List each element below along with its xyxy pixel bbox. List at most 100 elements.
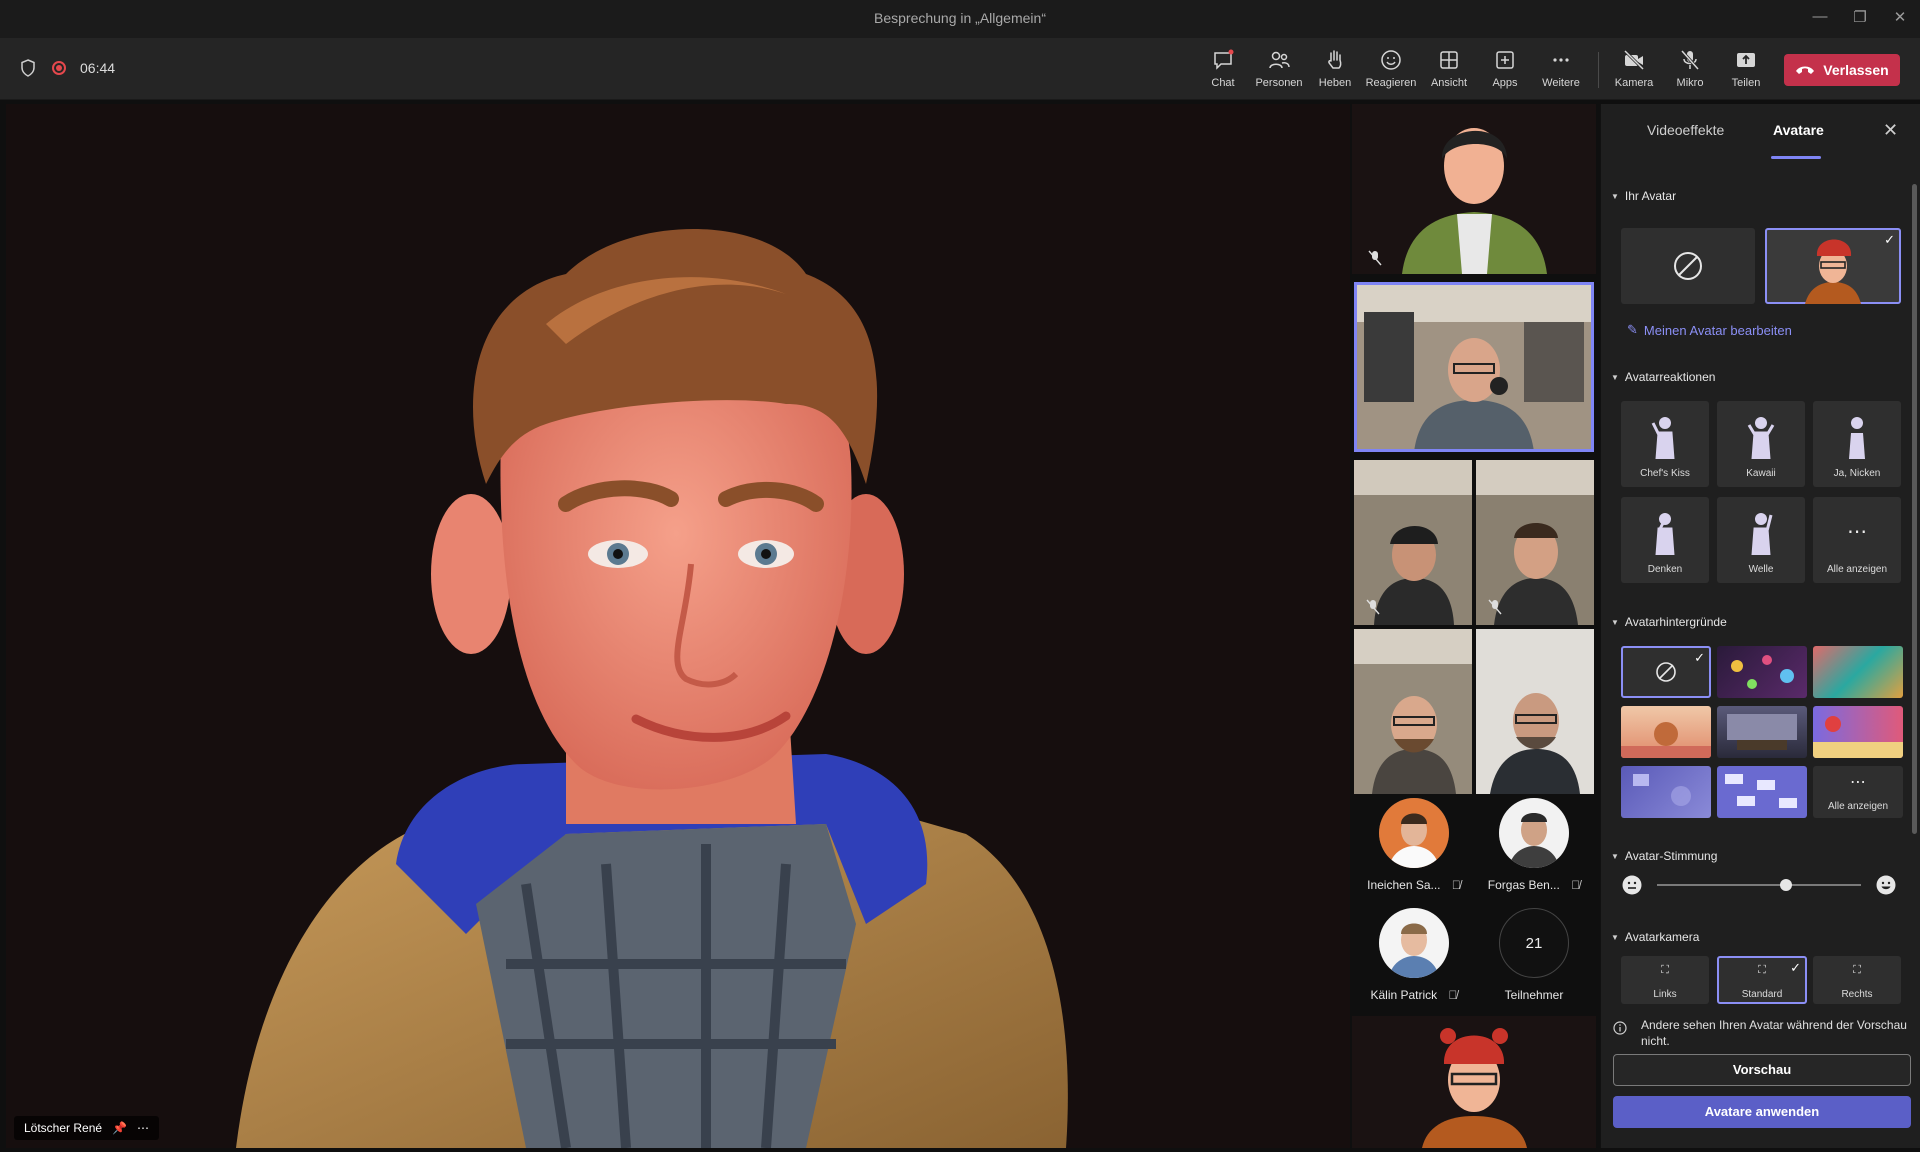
reaction-figure-icon <box>1849 417 1865 459</box>
chat-button[interactable]: Chat <box>1195 46 1251 96</box>
more-icon <box>1553 58 1569 62</box>
background-option[interactable] <box>1717 706 1807 758</box>
participant-name-row: Forgas Ben... 🎙̸ <box>1474 878 1594 892</box>
section-title: Avatarkamera <box>1624 930 1700 944</box>
participant-avatar-cell[interactable]: Forgas Ben... 🎙̸ <box>1474 798 1594 906</box>
hand-icon <box>1328 50 1342 69</box>
participants-label: Teilnehmer <box>1504 988 1564 1002</box>
reaction-wave[interactable]: Welle <box>1717 497 1805 583</box>
reaction-figure-icon <box>1747 417 1775 459</box>
preview-button[interactable]: Vorschau <box>1613 1054 1911 1086</box>
background-none-option[interactable]: ✓ <box>1621 646 1711 698</box>
more-participants-button[interactable]: 21 Teilnehmer <box>1474 908 1594 1016</box>
participant-name: Ineichen Sa... <box>1367 878 1441 892</box>
more-button[interactable]: Weitere <box>1533 46 1589 96</box>
participant-video-image <box>1354 282 1594 452</box>
participant-gallery: Ineichen Sa... 🎙̸ Forgas Ben... 🎙̸ Kälin… <box>1352 104 1596 1148</box>
participant-tile[interactable] <box>1476 629 1594 794</box>
apps-button[interactable]: Apps <box>1477 46 1533 96</box>
share-button[interactable]: Teilen <box>1718 46 1774 96</box>
section-avatar-camera[interactable]: ▼ Avatarkamera <box>1611 930 1699 944</box>
title-bar: Besprechung in „Allgemein“ — ❐ ✕ <box>0 0 1920 38</box>
toolbar-divider <box>1598 52 1599 88</box>
caret-down-icon: ▼ <box>1611 932 1619 942</box>
react-button[interactable]: Reagieren <box>1363 46 1419 96</box>
panel-scrollbar[interactable] <box>1912 184 1917 834</box>
view-button[interactable]: Ansicht <box>1421 46 1477 96</box>
people-button[interactable]: Personen <box>1251 46 1307 96</box>
tab-video-effects[interactable]: Videoeffekte <box>1647 122 1724 138</box>
reactions-show-all-button[interactable]: ⋯ Alle anzeigen <box>1813 497 1901 583</box>
participant-avatar-image <box>1402 128 1547 274</box>
info-icon <box>1613 1021 1627 1035</box>
none-icon <box>1674 252 1702 280</box>
edit-avatar-link[interactable]: ✎ Meinen Avatar bearbeiten <box>1627 322 1792 338</box>
my-avatar-option[interactable]: ✓ <box>1765 228 1901 304</box>
background-thumbnail <box>1633 774 1691 806</box>
mic-off-icon: 🎙̸ <box>1448 988 1458 1002</box>
close-panel-icon[interactable]: ✕ <box>1883 120 1898 141</box>
participant-name-row: Ineichen Sa... 🎙̸ <box>1354 878 1474 892</box>
speaker-more-icon[interactable]: ⋯ <box>137 1121 149 1135</box>
background-option[interactable] <box>1717 646 1807 698</box>
more-label: Weitere <box>1542 77 1580 89</box>
section-avatar-reactions[interactable]: ▼ Avatarreaktionen <box>1611 370 1715 384</box>
background-thumbnail <box>1727 714 1797 750</box>
reaction-label: Denken <box>1647 564 1683 575</box>
mic-button[interactable]: Mikro <box>1662 46 1718 96</box>
section-your-avatar[interactable]: ▼ Ihr Avatar <box>1611 189 1676 203</box>
background-thumbnail <box>1813 716 1903 758</box>
mood-slider[interactable] <box>1657 879 1861 891</box>
no-avatar-option[interactable] <box>1621 228 1755 304</box>
reaction-nod[interactable]: Ja, Nicken <box>1813 401 1901 487</box>
apply-avatar-button[interactable]: Avatare anwenden <box>1613 1096 1911 1128</box>
checkmark-icon: ✓ <box>1790 960 1801 975</box>
mic-off-icon <box>1488 599 1502 615</box>
background-option[interactable] <box>1621 706 1711 758</box>
camera-right-option[interactable]: ⛶ Rechts <box>1813 956 1901 1004</box>
camera-label: Kamera <box>1614 77 1654 89</box>
reaction-chefs-kiss[interactable]: Chef's Kiss <box>1621 401 1709 487</box>
reaction-think[interactable]: Denken <box>1621 497 1709 583</box>
participant-avatar-cell[interactable]: Ineichen Sa... 🎙̸ <box>1354 798 1474 906</box>
main-video-stage[interactable]: Lötscher René 📌 ⋯ <box>6 104 1350 1148</box>
leave-label: Verlassen <box>1823 62 1889 78</box>
section-avatar-mood[interactable]: ▼ Avatar-Stimmung <box>1611 849 1717 863</box>
participant-video-image <box>1354 629 1472 794</box>
self-preview-tile[interactable] <box>1352 1016 1596 1148</box>
avatar-side-panel: Videoeffekte Avatare ✕ ▼ Ihr Avatar ✓ ✎ Me… <box>1600 104 1920 1148</box>
raise-hand-button[interactable]: Heben <box>1307 46 1363 96</box>
mic-off-icon <box>1366 599 1380 615</box>
recording-icon <box>52 61 66 75</box>
camera-left-option[interactable]: ⛶ Links <box>1621 956 1709 1004</box>
reaction-figure-icon <box>1655 513 1675 555</box>
participant-tile-active[interactable] <box>1354 282 1594 452</box>
people-icon <box>1269 51 1290 69</box>
edit-avatar-label: Meinen Avatar bearbeiten <box>1643 322 1792 338</box>
close-window-icon[interactable]: ✕ <box>1888 8 1912 30</box>
section-avatar-backgrounds[interactable]: ▼ Avatarhintergründe <box>1611 615 1727 629</box>
pin-icon[interactable]: 📌 <box>112 1121 127 1135</box>
background-option[interactable] <box>1813 706 1903 758</box>
participant-tile[interactable] <box>1352 104 1596 274</box>
mic-off-icon: 🎙̸ <box>1571 878 1581 892</box>
caret-down-icon: ▼ <box>1611 617 1619 627</box>
caret-down-icon: ▼ <box>1611 191 1619 201</box>
leave-button[interactable]: Verlassen <box>1784 54 1900 86</box>
participant-tile[interactable] <box>1354 460 1472 625</box>
restore-icon[interactable]: ❐ <box>1848 8 1872 30</box>
minimize-icon[interactable]: — <box>1808 8 1832 30</box>
background-thumbnail <box>1725 774 1797 808</box>
backgrounds-show-all-button[interactable]: ⋯ Alle anzeigen <box>1813 766 1903 818</box>
mood-slider-thumb[interactable] <box>1779 879 1792 891</box>
reaction-kawaii[interactable]: Kawaii <box>1717 401 1805 487</box>
background-option[interactable] <box>1621 766 1711 818</box>
participant-tile[interactable] <box>1476 460 1594 625</box>
participant-avatar-cell[interactable]: Kälin Patrick 🎙̸ <box>1354 908 1474 1016</box>
camera-button[interactable]: Kamera <box>1606 46 1662 96</box>
tab-avatars[interactable]: Avatare <box>1773 122 1824 138</box>
background-option[interactable] <box>1813 646 1903 698</box>
participant-tile[interactable] <box>1354 629 1472 794</box>
camera-standard-option[interactable]: ⛶ ✓ Standard <box>1717 956 1807 1004</box>
background-option[interactable] <box>1717 766 1807 818</box>
